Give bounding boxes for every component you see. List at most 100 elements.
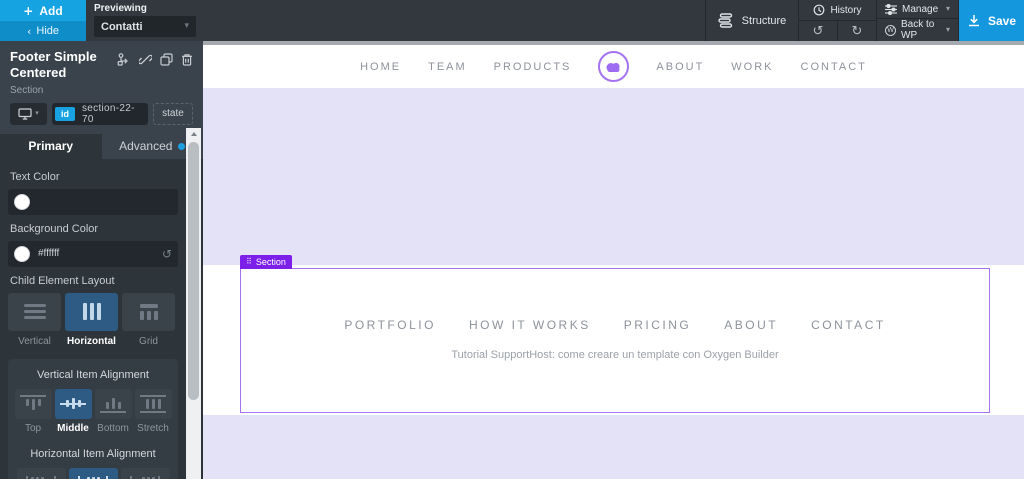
vertical-alignment-label: Vertical Item Alignment bbox=[37, 368, 149, 381]
valign-middle-button[interactable] bbox=[54, 388, 92, 419]
child-layout-option-labels: Vertical Horizontal Grid bbox=[8, 336, 178, 347]
scrollbar-thumb[interactable] bbox=[188, 142, 199, 400]
nav-link-work[interactable]: WORK bbox=[731, 61, 773, 73]
sidebar-scrollbar[interactable] bbox=[186, 128, 201, 479]
valign-bottom-label: Bottom bbox=[97, 422, 129, 434]
element-id-value: section-22-70 bbox=[82, 102, 135, 125]
manage-icon bbox=[885, 3, 897, 15]
vertical-alignment-options bbox=[14, 388, 172, 419]
footer-link-about[interactable]: ABOUT bbox=[724, 318, 778, 332]
background-color-swatch[interactable] bbox=[14, 245, 30, 262]
previewing-group: Previewing Contatti ▾ bbox=[86, 0, 204, 41]
tab-primary[interactable]: Primary bbox=[0, 133, 102, 159]
redo-button[interactable]: ↻ bbox=[837, 21, 876, 41]
align-center-icon bbox=[77, 475, 109, 479]
footer-link-pricing[interactable]: PRICING bbox=[624, 318, 692, 332]
layout-horizontal-label: Horizontal bbox=[67, 335, 116, 347]
sidebar-content: Text Color Background Color #ffffff ↺ Ch… bbox=[0, 159, 186, 479]
manage-button[interactable]: Manage ▾ bbox=[877, 0, 958, 18]
background-color-input[interactable]: #ffffff ↺ bbox=[8, 240, 178, 267]
vertical-alignment-labels: Top Middle Bottom Stretch bbox=[14, 423, 172, 434]
structure-button[interactable]: Structure bbox=[705, 0, 798, 41]
align-stretch-icon bbox=[139, 394, 167, 413]
halign-right-button[interactable] bbox=[120, 467, 170, 479]
hide-button-label: Hide bbox=[36, 25, 60, 37]
selected-section[interactable]: PORTFOLIO HOW IT WORKS PRICING ABOUT CON… bbox=[240, 268, 990, 413]
child-layout-label: Child Element Layout bbox=[10, 274, 115, 287]
save-label: Save bbox=[987, 13, 1017, 28]
structure-label: Structure bbox=[741, 14, 787, 27]
history-label: History bbox=[830, 4, 862, 16]
previewing-page-select[interactable]: Contatti ▾ bbox=[94, 16, 196, 37]
save-button[interactable]: Save bbox=[958, 0, 1024, 41]
text-color-label: Text Color bbox=[10, 170, 60, 183]
halign-left-button[interactable] bbox=[16, 467, 66, 479]
chevron-down-icon: ▾ bbox=[184, 21, 189, 31]
nav-link-about[interactable]: ABOUT bbox=[656, 61, 704, 73]
trash-icon[interactable] bbox=[181, 53, 193, 82]
layout-vertical-button[interactable] bbox=[8, 292, 61, 331]
drag-handle-icon[interactable]: ⠿ bbox=[246, 258, 252, 266]
monitor-icon bbox=[18, 107, 32, 120]
add-button-label: Add bbox=[39, 3, 63, 18]
valign-top-label: Top bbox=[24, 422, 42, 434]
text-color-swatch[interactable] bbox=[14, 193, 30, 210]
align-top-icon bbox=[19, 394, 47, 413]
element-title: Footer Simple Centered bbox=[10, 49, 97, 81]
horizontal-layout-icon bbox=[82, 303, 101, 320]
sidebar-header: Footer Simple Centered Section ▾ id sect… bbox=[0, 41, 203, 134]
halign-center-button[interactable] bbox=[68, 467, 118, 479]
nav-link-products[interactable]: PRODUCTS bbox=[494, 61, 572, 73]
alignment-panel: Vertical Item Alignment Top Middle Botto… bbox=[8, 358, 178, 479]
device-select[interactable]: ▾ bbox=[10, 102, 47, 125]
nav-link-home[interactable]: HOME bbox=[360, 61, 401, 73]
grid-layout-icon bbox=[139, 303, 158, 320]
layout-horizontal-button[interactable] bbox=[65, 292, 118, 331]
layout-grid-label: Grid bbox=[139, 335, 158, 347]
add-hide-group: + Add ‹ Hide bbox=[0, 0, 86, 41]
site-logo[interactable] bbox=[598, 51, 630, 82]
valign-stretch-label: Stretch bbox=[137, 422, 169, 434]
advanced-indicator-dot bbox=[178, 142, 186, 150]
element-type-label: Section bbox=[10, 84, 44, 96]
section-badge-label: Section bbox=[255, 257, 286, 267]
duplicate-icon[interactable] bbox=[160, 53, 173, 82]
previewing-label: Previewing bbox=[94, 3, 147, 14]
clock-icon bbox=[813, 4, 825, 16]
wordpress-icon: W bbox=[885, 24, 896, 36]
valign-bottom-button[interactable] bbox=[94, 388, 132, 419]
previewing-page-value: Contatti bbox=[101, 20, 143, 33]
scrollbar-up-arrow[interactable] bbox=[186, 128, 201, 140]
footer-link-how-it-works[interactable]: HOW IT WORKS bbox=[469, 318, 591, 332]
site-header-nav: HOME TEAM PRODUCTS ABOUT WORK CONTACT bbox=[203, 45, 1024, 88]
section-badge[interactable]: ⠿ Section bbox=[240, 255, 292, 269]
history-button[interactable]: History bbox=[799, 0, 876, 20]
chevron-left-icon: ‹ bbox=[26, 24, 32, 38]
footer-link-portfolio[interactable]: PORTFOLIO bbox=[344, 318, 436, 332]
add-button[interactable]: + Add bbox=[0, 0, 86, 21]
child-layout-options bbox=[8, 292, 178, 331]
select-parent-icon[interactable] bbox=[117, 53, 131, 82]
link-icon[interactable] bbox=[139, 53, 152, 82]
plus-icon: + bbox=[23, 3, 34, 18]
nav-link-team[interactable]: TEAM bbox=[428, 61, 467, 73]
back-to-wp-label: Back to WP bbox=[901, 19, 935, 41]
chevron-down-icon: ▾ bbox=[945, 4, 950, 13]
element-id-field[interactable]: id section-22-70 bbox=[52, 102, 148, 125]
nav-link-contact[interactable]: CONTACT bbox=[801, 61, 867, 73]
valign-top-button[interactable] bbox=[14, 388, 52, 419]
footer-link-contact[interactable]: CONTACT bbox=[811, 318, 886, 332]
reset-color-icon[interactable]: ↺ bbox=[162, 248, 172, 260]
back-to-wp-button[interactable]: W Back to WP ▾ bbox=[877, 18, 958, 41]
id-badge: id bbox=[55, 106, 75, 121]
state-button[interactable]: state bbox=[153, 102, 193, 125]
layout-grid-button[interactable] bbox=[122, 292, 175, 331]
horizontal-alignment-label: Horizontal Item Alignment bbox=[30, 447, 156, 460]
text-color-input[interactable] bbox=[8, 188, 178, 215]
chevron-down-icon: ▾ bbox=[35, 109, 39, 117]
hide-button[interactable]: ‹ Hide bbox=[0, 21, 86, 41]
valign-stretch-button[interactable] bbox=[134, 388, 172, 419]
background-color-value: #ffffff bbox=[38, 248, 60, 259]
undo-button[interactable]: ↺ bbox=[799, 21, 837, 41]
